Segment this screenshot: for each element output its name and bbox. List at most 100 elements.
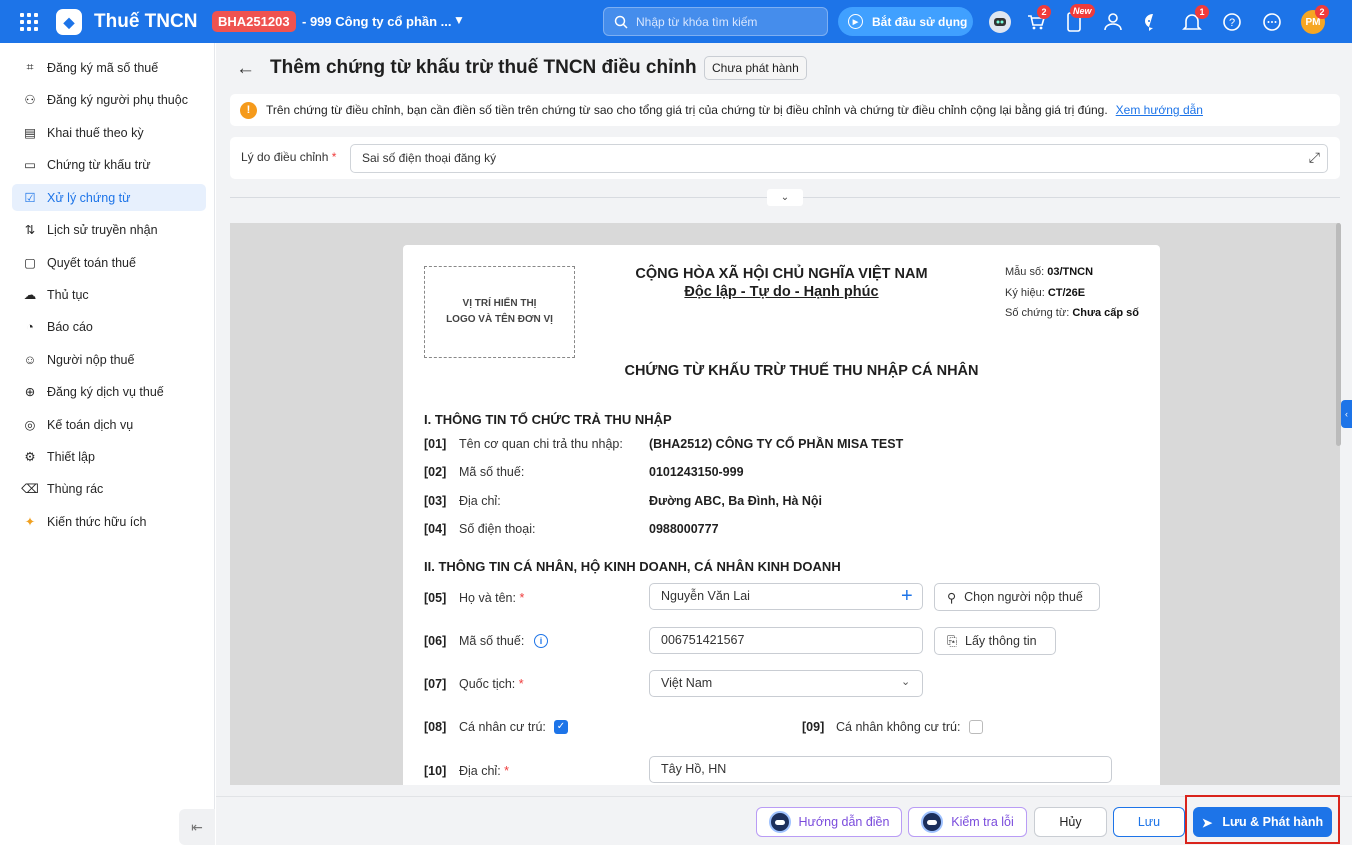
robot-icon [768, 811, 791, 833]
sidebar-item[interactable]: ◔ Báo cáo [12, 313, 206, 340]
main-content: ← Thêm chứng từ khấu trừ thuế TNCN điều … [216, 43, 1352, 845]
sidebar-item[interactable]: ☺ Người nộp thuế [12, 346, 206, 373]
sidebar-item-label: Đăng ký dịch vụ thuế [47, 384, 164, 399]
org-field-value: (BHA2512) CÔNG TY CỔ PHẦN MISA TEST [649, 437, 904, 451]
save-button[interactable]: Lưu [1113, 807, 1185, 837]
field-code: [02] [424, 465, 447, 479]
cancel-button[interactable]: Hủy [1034, 807, 1107, 837]
form-number: Mẫu số: 03/TNCN [1005, 266, 1094, 278]
sidebar-item[interactable]: ◎ Kế toán dịch vụ [12, 411, 206, 438]
sidebar-item-label: Khai thuế theo kỳ [47, 125, 144, 140]
expand-icon[interactable]: ⤢ [1309, 149, 1320, 166]
sidebar-item[interactable]: ☁ Thủ tục [12, 281, 206, 308]
sidebar: ⌗ Đăng ký mã số thuế ⚇ Đăng ký người phụ th… [0, 43, 215, 845]
status-badge: Chưa phát hành [704, 56, 807, 80]
start-label: Bắt đầu sử dụng [872, 14, 968, 29]
cart-badge: 2 [1037, 5, 1051, 19]
pie-chart-icon: ◔ [26, 319, 34, 334]
search-icon [614, 15, 628, 29]
choose-taxpayer-button[interactable]: ⚲ Chọn người nộp thuế [934, 583, 1100, 611]
user-add-icon[interactable] [1101, 10, 1125, 34]
field-code: [01] [424, 437, 447, 451]
sidebar-item-label: Lịch sử truyền nhận [47, 222, 158, 237]
sidebar-item[interactable]: ⊕ Đăng ký dịch vụ thuế [12, 378, 206, 405]
sidebar-item[interactable]: ▭ Chứng từ khấu trừ [12, 151, 206, 178]
robot-avatar-icon[interactable] [988, 10, 1012, 34]
sidebar-item-label: Báo cáo [47, 319, 93, 334]
sidebar-item-label: Đăng ký mã số thuế [47, 60, 159, 75]
user-search-icon: ⚲ [947, 590, 957, 605]
sidebar-item[interactable]: ⚇ Đăng ký người phụ thuộc [12, 86, 206, 113]
back-arrow-icon[interactable]: ← [236, 58, 255, 80]
start-button[interactable]: ▶ Bắt đầu sử dụng [838, 7, 973, 36]
side-panel-toggle-icon[interactable]: ‹ [1341, 400, 1352, 428]
footer-bar: Hướng dẫn điền Kiểm tra lỗi Hủy Lưu ➤ Lưu… [216, 796, 1352, 845]
plus-icon[interactable]: + [901, 585, 913, 608]
gear-icon: ⚙ [24, 450, 36, 464]
resident-label: Cá nhân cư trú: [459, 720, 546, 734]
tax-code-input[interactable]: 006751421567 [649, 627, 923, 654]
sidebar-item-label: Thủ tục [47, 287, 89, 302]
field-code: [07] [424, 677, 447, 691]
check-errors-button[interactable]: Kiểm tra lỗi [908, 807, 1027, 837]
sidebar-item-label: Thiết lập [47, 449, 95, 464]
org-field-value: 0988000777 [649, 522, 719, 536]
reason-input[interactable]: Sai số điện thoại đăng ký [350, 144, 1328, 173]
search-input[interactable] [636, 14, 816, 29]
reason-section: Lý do điều chỉnh * Sai số điện thoại đăn… [230, 137, 1340, 179]
org-field-label: Mã số thuế: [459, 465, 525, 479]
document-arrow-icon: ⎘ [947, 633, 958, 648]
new-badge: New [1070, 4, 1095, 18]
sidebar-item-label: Thùng rác [47, 481, 104, 496]
nationality-select[interactable]: Việt Nam [649, 670, 923, 697]
sidebar-item-label: Quyết toán thuế [47, 255, 136, 270]
guide-fill-button[interactable]: Hướng dẫn điền [756, 807, 902, 837]
org-field-label: Tên cơ quan chi trả thu nhập: [459, 437, 623, 451]
app-title: Thuế TNCN [94, 11, 198, 32]
sidebar-item[interactable]: ▢ Quyết toán thuế [12, 249, 206, 276]
sidebar-item[interactable]: ⌫ Thùng rác [12, 475, 206, 502]
address-input[interactable]: Tây Hồ, HN [649, 756, 1112, 783]
org-field-label: Số điện thoại: [459, 522, 536, 536]
sidebar-item[interactable]: ✦ Kiến thức hữu ích [12, 508, 206, 535]
get-info-button[interactable]: ⎘ Lấy thông tin [934, 627, 1056, 655]
nationality-label: Quốc tịch: * [459, 677, 524, 691]
org-name[interactable]: - 999 Công ty cổ phần ... [302, 14, 452, 29]
field-code: [06] [424, 634, 447, 648]
non-resident-checkbox[interactable] [969, 720, 983, 734]
sidebar-item[interactable]: ⚙ Thiết lập [12, 443, 206, 470]
guide-link[interactable]: Xem hướng dẫn [1116, 103, 1203, 117]
resident-checkbox[interactable]: ✓ [554, 720, 568, 734]
sidebar-item-label: Kiến thức hữu ích [47, 514, 147, 529]
search-box[interactable] [603, 7, 828, 36]
people-icon: ⚇ [24, 93, 36, 107]
app-grid-icon[interactable] [20, 13, 38, 31]
collapse-sidebar-icon[interactable]: ⇤ [179, 809, 215, 845]
info-icon[interactable]: i [534, 634, 548, 648]
sidebar-item[interactable]: ▤ Khai thuế theo kỳ [12, 119, 206, 146]
address-label: Địa chỉ: * [459, 764, 510, 778]
logo-placeholder[interactable]: VỊ TRÍ HIỂN THỊ LOGO VÀ TÊN ĐƠN VỊ [424, 266, 575, 358]
field-code: [10] [424, 764, 447, 778]
org-code-badge[interactable]: BHA251203 [212, 11, 296, 32]
knowledge-icon: ✦ [24, 515, 36, 529]
notice-banner: ! Trên chứng từ điều chỉnh, bạn cần điền… [230, 94, 1340, 126]
sidebar-item[interactable]: ⇅ Lịch sử truyền nhận [12, 216, 206, 243]
name-input[interactable]: Nguyễn Văn Lai [649, 583, 923, 610]
chevron-down-icon[interactable]: ⌄ [901, 675, 910, 688]
document-check-icon: ☑ [24, 191, 36, 205]
tax-code-label: Mã số thuế: [459, 634, 525, 648]
sidebar-item[interactable]: ⌗ Đăng ký mã số thuế [12, 54, 206, 81]
app-logo-icon: ◆ [56, 9, 82, 35]
org-field-value: 0101243150-999 [649, 465, 744, 479]
more-icon[interactable] [1260, 10, 1284, 34]
chevron-down-icon[interactable]: ⌄ [767, 189, 803, 206]
svg-text:?: ? [1229, 17, 1235, 29]
chat-icon[interactable] [1141, 10, 1165, 34]
trash-icon: ⌫ [21, 482, 39, 496]
sidebar-item[interactable]: ☑ Xử lý chứng từ [12, 184, 206, 211]
chevron-down-icon[interactable]: ▼ [453, 13, 465, 27]
help-icon[interactable]: ? [1220, 10, 1244, 34]
motto: Độc lập - Tự do - Hạnh phúc [684, 284, 879, 300]
folder-icon: ▢ [24, 256, 36, 270]
